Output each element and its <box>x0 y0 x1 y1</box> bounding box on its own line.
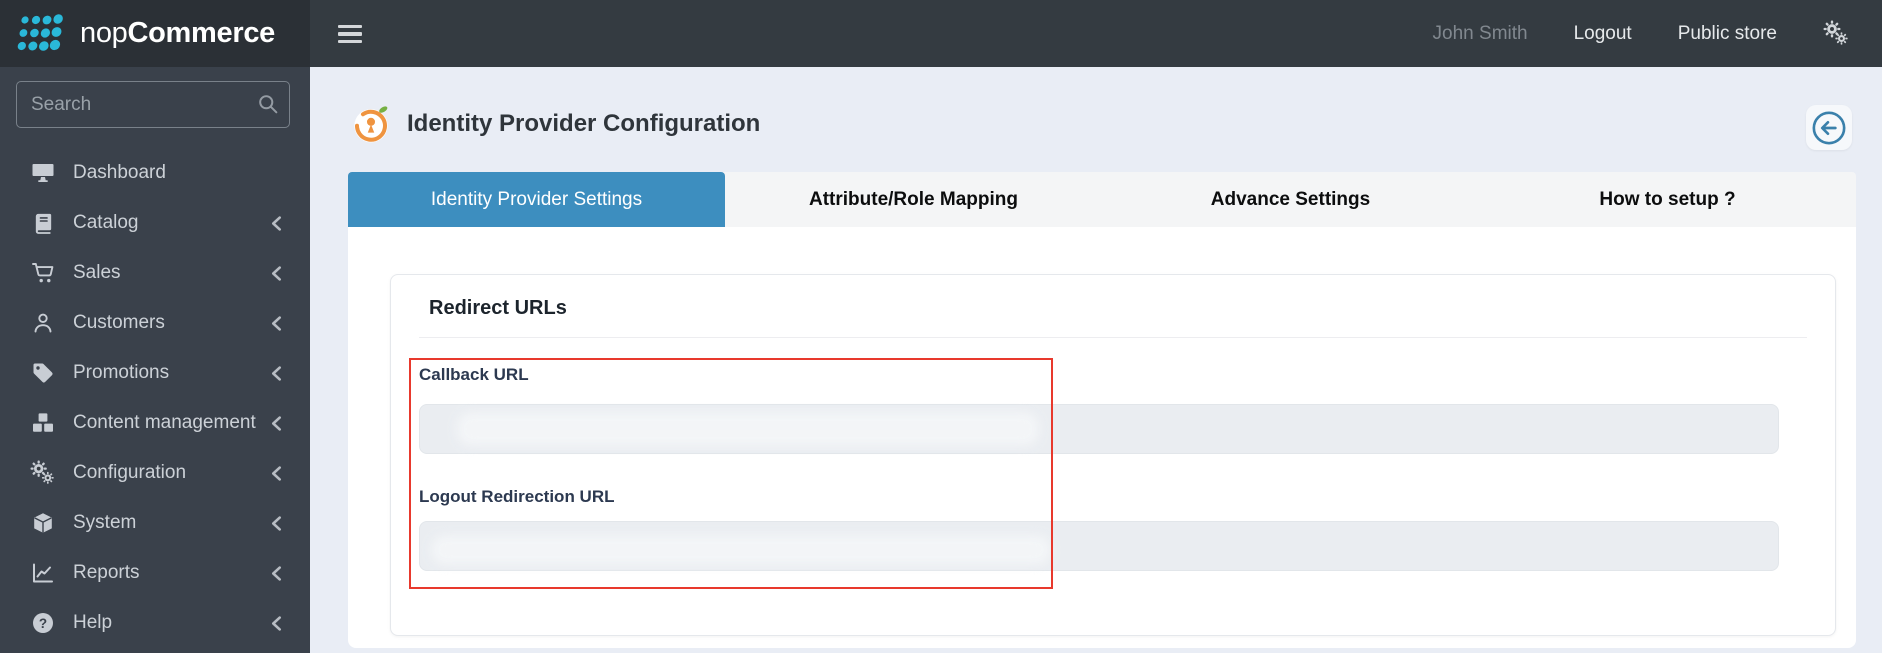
sidebar-item-label: System <box>73 512 137 533</box>
sidebar-item-reports[interactable]: Reports <box>0 548 310 598</box>
chevron-left-icon <box>271 616 282 631</box>
sidebar-item-label: Content management <box>73 412 256 433</box>
brand-name: nopCommerce <box>80 17 275 49</box>
cubes-icon <box>30 411 56 435</box>
chevron-left-icon <box>271 266 282 281</box>
chevron-left-icon <box>271 366 282 381</box>
tab-how-to-setup[interactable]: How to setup ? <box>1479 172 1856 227</box>
sidebar-item-promotions[interactable]: Promotions <box>0 348 310 398</box>
sidebar-menu: Dashboard Catalog Sales Customers Promot… <box>0 140 310 648</box>
arrow-left-circle-icon <box>1812 111 1846 144</box>
divider <box>419 337 1807 338</box>
search-input[interactable] <box>16 81 290 128</box>
sidebar: Dashboard Catalog <box>0 67 310 653</box>
sidebar-item-label: Catalog <box>73 212 139 233</box>
tab-content-panel: Redirect URLs Callback URL Logout Redire… <box>348 227 1856 648</box>
tab-advance-settings[interactable]: Advance Settings <box>1102 172 1479 227</box>
svg-text:?: ? <box>39 616 47 631</box>
redirect-urls-heading: Redirect URLs <box>429 297 567 319</box>
sidebar-item-label: Dashboard <box>73 162 166 183</box>
sidebar-item-sales[interactable]: Sales <box>0 248 310 298</box>
sidebar-item-content-management[interactable]: Content management <box>0 398 310 448</box>
user-icon <box>30 311 56 335</box>
cart-icon <box>30 261 56 285</box>
callback-url-label: Callback URL <box>419 365 529 384</box>
sidebar-item-label: Help <box>73 612 113 633</box>
chart-line-icon <box>30 561 56 585</box>
back-button[interactable] <box>1806 105 1852 150</box>
tag-icon <box>30 361 56 385</box>
logout-redirection-url-label: Logout Redirection URL <box>419 487 615 506</box>
page-title: Identity Provider Configuration <box>407 110 761 137</box>
sidebar-item-system[interactable]: System <box>0 498 310 548</box>
page-header: Identity Provider Configuration <box>350 103 760 145</box>
settings-gears-icon[interactable] <box>1823 20 1850 47</box>
nopcommerce-logo[interactable]: nopCommerce <box>0 0 310 67</box>
tab-bar: Identity Provider Settings Attribute/Rol… <box>348 172 1856 227</box>
chevron-left-icon <box>271 316 282 331</box>
sidebar-item-dashboard[interactable]: Dashboard <box>0 148 310 198</box>
sidebar-item-label: Promotions <box>73 362 170 383</box>
redacted-value-overlay <box>457 412 1039 446</box>
sidebar-item-label: Sales <box>73 262 121 283</box>
redacted-value-overlay <box>431 535 1051 565</box>
sidebar-item-customers[interactable]: Customers <box>0 298 310 348</box>
logout-link[interactable]: Logout <box>1574 23 1632 45</box>
desktop-icon <box>30 161 56 185</box>
public-store-link[interactable]: Public store <box>1678 23 1777 45</box>
sidebar-toggle-hamburger-icon[interactable] <box>338 17 372 51</box>
chevron-left-icon <box>271 416 282 431</box>
tab-attribute-role-mapping[interactable]: Attribute/Role Mapping <box>725 172 1102 227</box>
sidebar-item-label: Customers <box>73 312 165 333</box>
topbar-actions: John Smith Logout Public store <box>1433 0 1882 67</box>
book-icon <box>30 211 56 235</box>
main-content: Identity Provider Configuration Identity… <box>310 67 1882 653</box>
sidebar-item-help[interactable]: ? Help <box>0 598 310 648</box>
chevron-left-icon <box>271 516 282 531</box>
logged-in-user-link[interactable]: John Smith <box>1433 23 1528 45</box>
identity-provider-icon <box>354 106 388 143</box>
redirect-urls-card: Redirect URLs Callback URL Logout Redire… <box>390 274 1836 636</box>
top-navbar: nopCommerce John Smith Logout Public sto… <box>0 0 1882 67</box>
search-icon[interactable] <box>257 93 279 120</box>
sidebar-item-configuration[interactable]: Configuration <box>0 448 310 498</box>
chevron-left-icon <box>271 216 282 231</box>
brand-dots-icon <box>17 13 63 51</box>
chevron-left-icon <box>271 466 282 481</box>
cube-icon <box>30 511 56 535</box>
sidebar-item-label: Configuration <box>73 462 187 483</box>
tab-identity-provider-settings[interactable]: Identity Provider Settings <box>348 172 725 227</box>
chevron-left-icon <box>271 566 282 581</box>
sidebar-item-catalog[interactable]: Catalog <box>0 198 310 248</box>
sidebar-item-label: Reports <box>73 562 140 583</box>
question-circle-icon: ? <box>30 611 56 635</box>
gears-icon <box>30 460 56 485</box>
app-window: nopCommerce John Smith Logout Public sto… <box>0 0 1882 653</box>
